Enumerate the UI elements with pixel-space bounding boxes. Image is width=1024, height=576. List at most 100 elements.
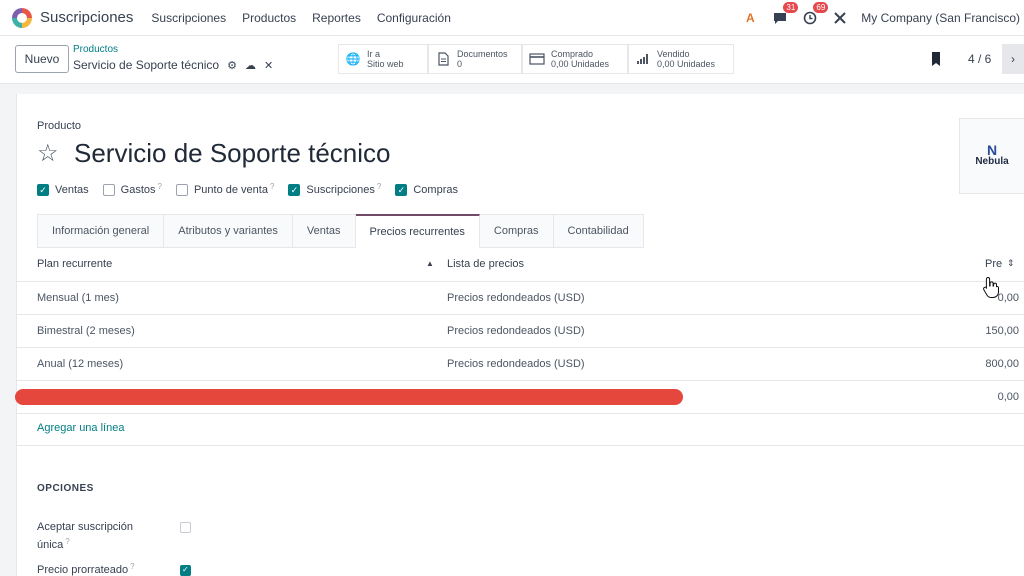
top-navbar: Suscripciones Suscripciones Productos Re… [0, 0, 1024, 36]
breadcrumb-current: Servicio de Soporte técnico ⚙ ☁ ✕ [73, 58, 273, 72]
bar-chart-icon [635, 51, 651, 67]
table-row-redacted[interactable]: 0,00 [15, 381, 1024, 414]
checkbox-compras-label: Compras [413, 184, 458, 196]
checkbox-suscripciones-box[interactable] [288, 184, 301, 196]
help-tooltip-icon[interactable]: ? [377, 182, 381, 191]
activities-badge: 69 [813, 2, 829, 13]
checkbox-compras[interactable]: Compras [395, 184, 458, 196]
row-pricelist: Precios redondeados (USD) [447, 358, 585, 370]
tab-compras[interactable]: Compras [479, 214, 554, 248]
checkbox-ventas-box[interactable] [37, 184, 49, 196]
app-logo-icon[interactable] [12, 7, 32, 28]
row-plan: Bimestral (2 meses) [37, 325, 135, 337]
sort-toggle-icon[interactable]: ⇕ [1007, 258, 1015, 269]
checkbox-compras-box[interactable] [395, 184, 408, 196]
purchased-smart-button[interactable]: Comprado 0,00 Unidades [522, 44, 628, 74]
row-plan: Anual (12 meses) [37, 358, 124, 370]
table-header: Plan recurrente ▲ Lista de precios Pre ⇕ [17, 248, 1024, 282]
table-row[interactable]: Mensual (1 mes) Precios redondeados (USD… [17, 282, 1024, 315]
add-line-link[interactable]: Agregar una línea [37, 422, 124, 434]
tools-icon[interactable] [831, 9, 849, 27]
checkbox-ventas-label: Ventas [55, 184, 89, 196]
checkbox-punto-de-venta[interactable]: Punto de venta? [175, 182, 274, 196]
sold-smart-button[interactable]: Vendido 0,00 Unidades [628, 44, 734, 74]
menu-productos[interactable]: Productos [242, 11, 296, 25]
prorated-price-checkbox[interactable] [180, 565, 191, 576]
sold-label: Vendido [657, 49, 690, 59]
control-panel: Nuevo Productos Servicio de Soporte técn… [0, 36, 1024, 84]
table-row[interactable]: Bimestral (2 meses) Precios redondeados … [17, 315, 1024, 348]
menu-configuracion[interactable]: Configuración [377, 11, 451, 25]
tab-ventas[interactable]: Ventas [292, 214, 356, 248]
documents-smart-button[interactable]: Documentos 0 [428, 44, 522, 74]
column-price[interactable]: Pre [985, 258, 1002, 270]
row-price: 0,00 [997, 292, 1019, 304]
messages-badge: 31 [783, 2, 799, 13]
help-tooltip-icon[interactable]: ? [65, 537, 69, 546]
bookmark-icon[interactable] [930, 52, 942, 66]
column-plan[interactable]: Plan recurrente [37, 258, 112, 270]
checkbox-gastos[interactable]: Gastos? [102, 182, 162, 196]
breadcrumb-productos[interactable]: Productos [73, 44, 118, 55]
sort-up-icon[interactable]: ▲ [426, 259, 434, 268]
help-tooltip-icon[interactable]: ? [130, 562, 134, 571]
row-price: 150,00 [985, 325, 1019, 337]
tab-informacion-general[interactable]: Información general [37, 214, 165, 248]
company-switcher[interactable]: My Company (San Francisco) [861, 11, 1020, 25]
checkbox-pos-label: Punto de venta [193, 184, 268, 196]
hand-cursor-icon [983, 276, 999, 298]
checkbox-pos-box[interactable] [175, 184, 188, 196]
chevron-right-icon[interactable]: › [1002, 44, 1024, 74]
menu-suscripciones[interactable]: Suscripciones [151, 11, 226, 25]
product-image-text: Nebula [975, 156, 1009, 167]
pager-value[interactable]: 4 / 6 [968, 52, 991, 66]
help-tooltip-icon[interactable]: ? [270, 182, 274, 191]
website-label: Ir a [367, 49, 381, 59]
gear-icon[interactable]: ⚙ [227, 59, 237, 72]
recurring-prices-table: Plan recurrente ▲ Lista de precios Pre ⇕… [15, 248, 1024, 414]
single-subscription-line2: única [37, 539, 64, 551]
new-button[interactable]: Nuevo [15, 45, 69, 73]
sold-value: 0,00 Unidades [657, 59, 716, 69]
purchased-value: 0,00 Unidades [551, 59, 610, 69]
star-icon[interactable]: ☆ [37, 139, 59, 168]
form-tabs: Información general Atributos y variante… [37, 214, 644, 248]
cloud-save-icon[interactable]: ☁ [245, 59, 256, 72]
product-title[interactable]: Servicio de Soporte técnico [74, 138, 391, 169]
tab-precios-recurrentes[interactable]: Precios recurrentes [355, 214, 480, 248]
credit-card-icon [529, 51, 545, 67]
divider [17, 445, 1024, 446]
single-subscription-label: Aceptar suscripción única? [37, 518, 133, 555]
documents-count: 0 [457, 59, 463, 69]
discard-icon[interactable]: ✕ [264, 59, 273, 72]
product-image[interactable]: N Nebula [959, 118, 1024, 194]
single-subscription-line1: Aceptar suscripción [37, 521, 133, 533]
product-flags: Ventas Gastos? Punto de venta? Suscripci… [37, 182, 472, 196]
clock-icon[interactable]: 69 [801, 2, 829, 27]
chat-icon[interactable]: 31 [771, 2, 799, 27]
column-pricelist[interactable]: Lista de precios [447, 258, 524, 270]
app-title[interactable]: Suscripciones [40, 9, 133, 26]
redaction-bar [15, 389, 683, 405]
single-subscription-checkbox[interactable] [180, 522, 191, 533]
tab-atributos-variantes[interactable]: Atributos y variantes [164, 214, 293, 248]
globe-icon: 🌐 [345, 52, 361, 66]
nebula-logo-icon: N [986, 142, 998, 158]
product-label: Producto [37, 120, 82, 132]
purchased-label: Comprado [551, 49, 594, 59]
options-heading: OPCIONES [37, 483, 94, 494]
help-tooltip-icon[interactable]: ? [158, 182, 162, 191]
website-smart-button[interactable]: 🌐 Ir a Sitio web [338, 44, 428, 74]
checkbox-gastos-box[interactable] [102, 184, 115, 196]
ai-icon[interactable]: A [741, 9, 759, 27]
checkbox-gastos-label: Gastos [120, 184, 156, 196]
tab-contabilidad[interactable]: Contabilidad [553, 214, 644, 248]
prorated-price-text: Precio prorrateado [37, 564, 129, 576]
table-row[interactable]: Anual (12 meses) Precios redondeados (US… [17, 348, 1024, 381]
checkbox-suscripciones-label: Suscripciones [306, 184, 375, 196]
checkbox-ventas[interactable]: Ventas [37, 184, 89, 196]
website-sublabel: Sitio web [367, 59, 404, 69]
checkbox-suscripciones[interactable]: Suscripciones? [288, 182, 381, 196]
form-sheet: Producto ☆ Servicio de Soporte técnico N… [15, 94, 1024, 576]
menu-reportes[interactable]: Reportes [312, 11, 361, 25]
